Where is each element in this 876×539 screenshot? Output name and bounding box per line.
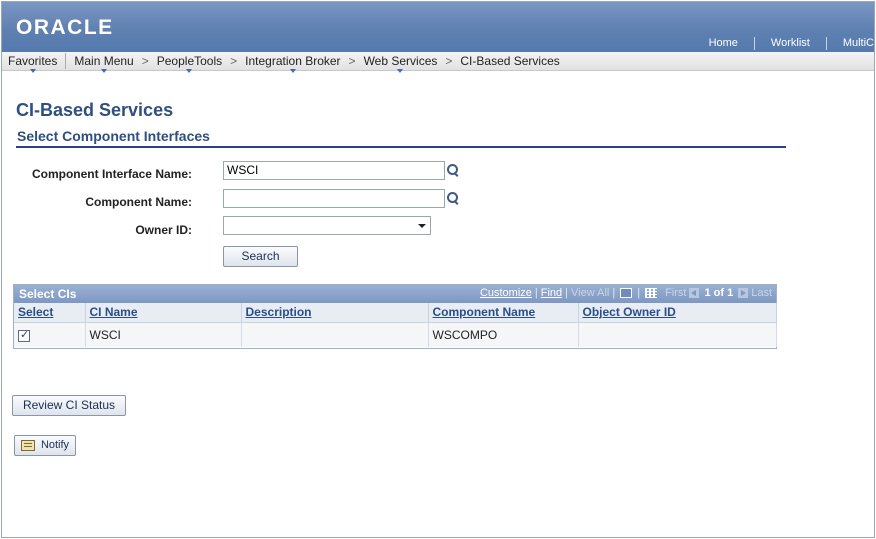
home-link[interactable]: Home — [693, 37, 754, 50]
next-arrow-icon — [738, 288, 749, 298]
col-owner-id-header[interactable]: Object Owner ID — [578, 303, 777, 323]
grid-title: Select CIs — [19, 287, 77, 301]
page-subtitle: Select Component Interfaces — [17, 128, 210, 144]
component-name-input[interactable] — [223, 189, 445, 208]
last-link: Last — [751, 287, 772, 299]
col-component-name-header[interactable]: Component Name — [428, 303, 579, 323]
col-description-header[interactable]: Description — [241, 303, 429, 323]
breadcrumb: Favorites Main Menu > PeopleTools > Inte… — [2, 52, 874, 73]
title-divider — [16, 146, 786, 148]
owner-id-cell — [578, 322, 777, 347]
col-select-header[interactable]: Select — [14, 303, 86, 323]
nav-web-services[interactable]: Web Services — [358, 54, 444, 73]
col-ci-name-header[interactable]: CI Name — [85, 303, 242, 323]
ci-name-input[interactable]: WSCI — [223, 161, 445, 180]
multichannel-link[interactable]: MultiC — [825, 37, 874, 50]
chevron-down-icon — [418, 224, 426, 228]
worklist-link[interactable]: Worklist — [753, 37, 826, 50]
first-link: First — [665, 287, 687, 299]
nav-divider — [65, 53, 67, 69]
component-name-lookup-icon[interactable] — [446, 191, 460, 205]
customize-link[interactable]: Customize — [480, 287, 532, 299]
page-title: CI-Based Services — [16, 100, 174, 120]
select-cell — [14, 322, 86, 347]
table-row: WSCI WSCOMPO — [14, 322, 777, 347]
zoom-icon[interactable] — [620, 288, 633, 298]
header-bar: ORACLE Home Worklist MultiC — [2, 2, 874, 52]
nav-separator: > — [230, 54, 238, 68]
nav-separator: > — [348, 54, 356, 68]
ci-table: Select CI Name Description Component Nam… — [14, 303, 777, 347]
oracle-logo: ORACLE — [16, 16, 114, 39]
nav-main-menu[interactable]: Main Menu — [68, 54, 139, 73]
nav-separator: > — [141, 54, 149, 68]
notify-button[interactable]: Notify — [14, 435, 76, 456]
previous-arrow-icon — [689, 288, 700, 298]
owner-id-select[interactable] — [223, 216, 431, 235]
view-all-link: View All — [571, 287, 610, 299]
grid-header: Select CIs Customize | Find | View All |… — [14, 285, 776, 303]
owner-id-label: Owner ID: — [135, 223, 192, 237]
nav-peopletools[interactable]: PeopleTools — [151, 54, 228, 73]
description-cell — [241, 322, 429, 347]
table-header-row: Select CI Name Description Component Nam… — [14, 303, 777, 323]
nav-integration-broker[interactable]: Integration Broker — [239, 54, 346, 73]
search-button[interactable]: Search — [223, 246, 298, 267]
ci-name-label: Component Interface Name: — [31, 167, 192, 181]
nav-current-page: CI-Based Services — [460, 54, 560, 68]
download-grid-icon[interactable] — [645, 288, 658, 298]
top-links: Home Worklist MultiC — [693, 37, 874, 50]
select-checkbox[interactable] — [18, 328, 30, 342]
find-link[interactable]: Find — [541, 287, 562, 299]
ci-name-cell: WSCI — [85, 322, 242, 347]
notify-label: Notify — [40, 439, 70, 451]
component-name-cell: WSCOMPO — [428, 322, 579, 347]
page-info: 1 of 1 — [704, 287, 734, 299]
component-name-label: Component Name: — [85, 195, 192, 209]
notify-icon — [20, 439, 35, 451]
nav-separator: > — [445, 54, 453, 68]
page-frame: ORACLE Home Worklist MultiC Favorites Ma… — [1, 1, 875, 538]
nav-favorites[interactable]: Favorites — [2, 54, 63, 73]
review-ci-status-button[interactable]: Review CI Status — [12, 395, 126, 416]
grid-toolbar: Customize | Find | View All | | First 1 … — [479, 287, 772, 299]
ci-name-lookup-icon[interactable] — [446, 163, 460, 177]
select-cis-grid: Select CIs Customize | Find | View All |… — [13, 284, 777, 349]
